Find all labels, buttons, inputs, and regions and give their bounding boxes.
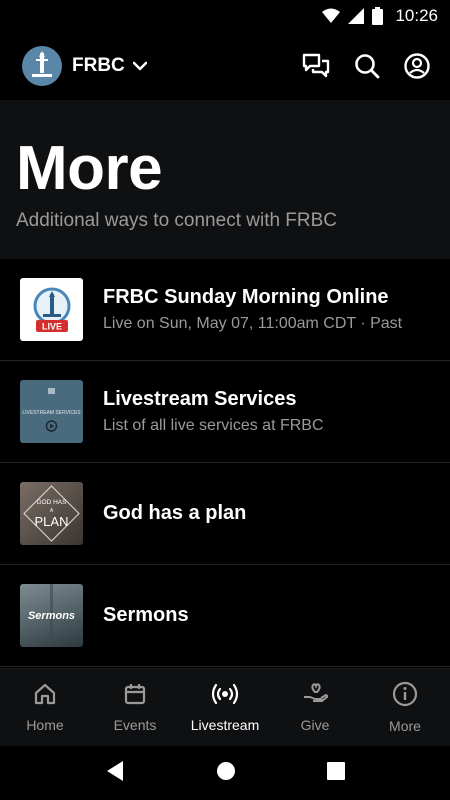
item-title: Livestream Services — [103, 388, 297, 410]
search-icon[interactable] — [354, 53, 380, 79]
list-item-sunday-morning-online[interactable]: LIVE FRBC Sunday Morning Online Live on … — [0, 259, 450, 361]
tab-give[interactable]: Give — [270, 669, 360, 746]
info-icon — [392, 681, 418, 712]
bottom-tab-bar: Home Events Livestream Give More — [0, 668, 450, 746]
item-title: FRBC Sunday Morning Online — [103, 286, 389, 308]
tab-label: Give — [300, 717, 330, 733]
livestream-thumb-text: LIVESTREAM SERVICES — [22, 410, 81, 416]
tab-home[interactable]: Home — [0, 669, 90, 746]
broadcast-icon — [211, 682, 239, 711]
plan-thumb-top: GOD HAS — [37, 499, 68, 506]
list-item-sermons[interactable]: Sermons Sermons — [0, 565, 450, 667]
plan-thumbnail: GOD HAS A PLAN — [20, 482, 83, 545]
signal-icon — [348, 8, 365, 24]
tab-events[interactable]: Events — [90, 669, 180, 746]
content-list: LIVE FRBC Sunday Morning Online Live on … — [0, 259, 450, 667]
plan-thumb-bottom: PLAN — [35, 514, 69, 529]
tab-livestream[interactable]: Livestream — [180, 669, 270, 746]
chevron-down-icon[interactable] — [132, 61, 147, 71]
item-subtitle: Live on Sun, May 07, 11:00am CDT · Past — [103, 315, 403, 332]
list-item-livestream-services[interactable]: LIVESTREAM SERVICES Livestream Services … — [0, 361, 450, 463]
live-logo-icon: LIVE — [33, 287, 70, 332]
give-icon — [302, 682, 329, 711]
tab-label: Events — [113, 717, 157, 733]
live-badge: LIVE — [41, 321, 61, 331]
item-title: Sermons — [103, 604, 189, 626]
battery-icon — [372, 7, 384, 25]
recents-icon[interactable] — [326, 761, 345, 785]
tab-more[interactable]: More — [360, 669, 450, 746]
church-logo[interactable] — [22, 46, 62, 86]
tab-label: Home — [26, 717, 64, 733]
calendar-icon — [123, 682, 147, 711]
org-name[interactable]: FRBC — [72, 55, 125, 77]
page-hero: More Additional ways to connect with FRB… — [0, 100, 450, 259]
page-title: More — [16, 134, 163, 203]
home-icon — [33, 682, 57, 711]
livestream-thumbnail: LIVESTREAM SERVICES — [20, 380, 83, 443]
sermons-thumbnail: Sermons — [20, 584, 83, 647]
chat-icon[interactable] — [302, 53, 330, 79]
item-title: God has a plan — [103, 502, 247, 524]
tab-label: More — [389, 718, 421, 734]
tab-label: Livestream — [190, 717, 260, 733]
system-nav-bar — [0, 746, 450, 800]
account-icon[interactable] — [404, 53, 430, 79]
status-time: 10:26 — [395, 6, 438, 25]
home-circle-icon[interactable] — [216, 761, 236, 786]
status-bar: 10:26 — [0, 0, 450, 32]
sermons-thumb-text: Sermons — [28, 610, 75, 622]
back-icon[interactable] — [105, 760, 125, 787]
wifi-icon — [322, 8, 341, 24]
item-subtitle: List of all live services at FRBC — [103, 417, 324, 434]
app-header: FRBC — [0, 32, 450, 100]
page-subtitle: Additional ways to connect with FRBC — [16, 210, 338, 231]
live-thumbnail: LIVE — [20, 278, 83, 341]
list-item-god-has-a-plan[interactable]: GOD HAS A PLAN God has a plan — [0, 463, 450, 565]
